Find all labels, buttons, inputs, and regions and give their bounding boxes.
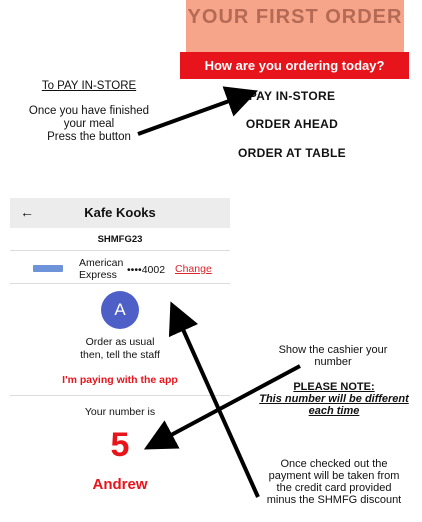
annotation-arrows <box>137 86 301 498</box>
arrow-to-pay-in-store <box>137 86 259 136</box>
arrow-to-paying-button <box>168 301 260 498</box>
